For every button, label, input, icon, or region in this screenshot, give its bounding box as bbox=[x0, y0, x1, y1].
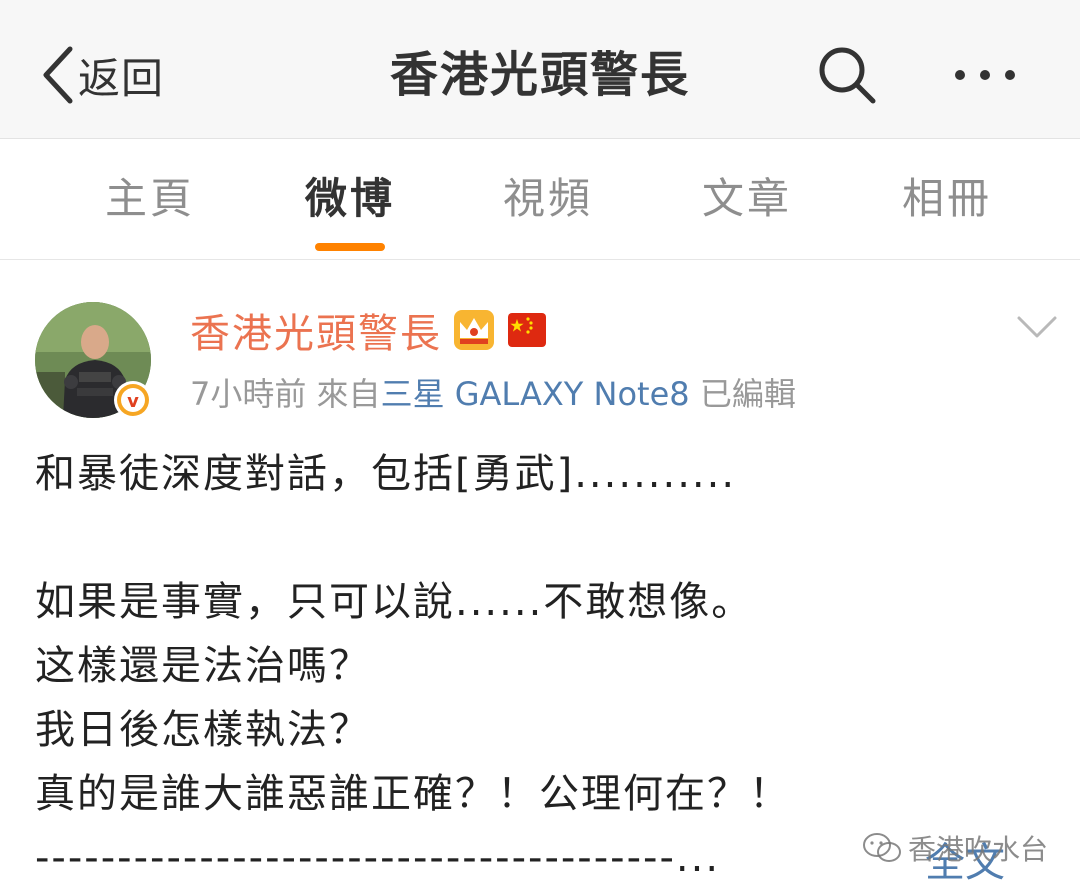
page-title: 香港光頭警長 bbox=[389, 47, 690, 103]
verified-badge-icon: v bbox=[114, 381, 152, 419]
author-row: 香港光頭警長 bbox=[190, 300, 548, 360]
author-name[interactable]: 香港光頭警長 bbox=[190, 301, 442, 359]
tab-video[interactable]: 視頻 bbox=[448, 169, 648, 229]
more-button[interactable] bbox=[950, 55, 1020, 95]
tab-weibo[interactable]: 微博 bbox=[250, 169, 450, 229]
post-line: 我日後怎樣執法？ bbox=[35, 707, 371, 753]
wechat-icon bbox=[863, 833, 901, 862]
author-avatar[interactable]: v bbox=[35, 302, 155, 422]
tab-home[interactable]: 主頁 bbox=[50, 169, 250, 229]
tab-article[interactable]: 文章 bbox=[647, 169, 847, 229]
post-menu-button[interactable] bbox=[1015, 312, 1059, 342]
post-source-link[interactable]: 三星 GALAXY Note8 bbox=[381, 375, 690, 413]
edited-label: 已編輯 bbox=[699, 375, 796, 413]
vip-crown-icon[interactable] bbox=[452, 308, 496, 352]
post-meta: 7小時前 來自三星 GALAXY Note8 已編輯 bbox=[190, 370, 796, 418]
post-line bbox=[35, 506, 1045, 570]
post-line: 这樣還是法治嗎？ bbox=[35, 643, 371, 689]
post-line: 真的是誰大誰惡誰正確？！公理何在？！ bbox=[35, 771, 791, 817]
watermark-text: 香港吹水台 bbox=[908, 833, 1049, 866]
more-icon bbox=[955, 70, 1015, 80]
chevron-down-icon bbox=[1017, 316, 1057, 338]
post-line: 和暴徒深度對話，包括[勇武]........... bbox=[35, 451, 737, 497]
post-content: 和暴徒深度對話，包括[勇武]........... 如果是事實，只可以說....… bbox=[35, 442, 1045, 890]
tab-bar: 主頁 微博 視頻 文章 相冊 bbox=[0, 139, 1080, 260]
watermark: 香港吹水台 bbox=[862, 828, 1048, 868]
tab-album[interactable]: 相冊 bbox=[847, 169, 1047, 229]
search-icon bbox=[819, 47, 876, 104]
weibo-post: v 香港光頭警長 7小時前 來自三星 GALAXY Note8 已編輯 和暴徒深… bbox=[0, 260, 1080, 893]
navigation-bar: 返回 香港光頭警長 bbox=[0, 0, 1080, 139]
source-prefix: 來自 bbox=[316, 375, 381, 413]
active-tab-indicator bbox=[315, 243, 385, 251]
svg-text:v: v bbox=[127, 391, 139, 412]
china-flag-icon[interactable] bbox=[506, 311, 548, 349]
post-line: 如果是事實，只可以說......不敢想像。 bbox=[35, 579, 754, 625]
post-time: 7小時前 bbox=[190, 375, 307, 413]
search-button[interactable] bbox=[815, 43, 879, 107]
